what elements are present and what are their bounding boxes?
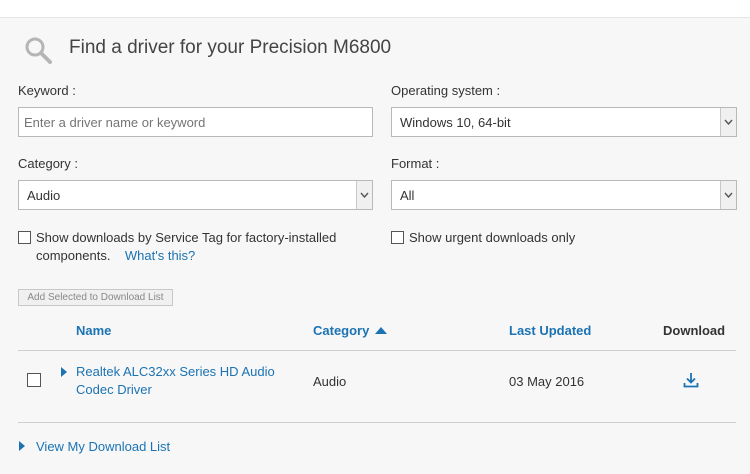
category-label: Category : (18, 156, 78, 171)
os-select-value: Windows 10, 64-bit (400, 115, 511, 130)
category-select-value: Audio (27, 188, 61, 203)
column-header-download: Download (663, 323, 726, 338)
top-strip (0, 0, 750, 17)
column-header-last-updated[interactable]: Last Updated (509, 323, 591, 338)
table-bottom-divider (18, 422, 736, 423)
column-header-category-label: Category (313, 323, 370, 338)
chevron-down-icon[interactable] (356, 181, 372, 209)
os-select[interactable]: Windows 10, 64-bit (391, 107, 737, 137)
service-tag-line2: components. (36, 248, 111, 263)
chevron-down-icon[interactable] (720, 181, 736, 209)
column-header-name[interactable]: Name (76, 323, 111, 338)
row-select-checkbox[interactable] (27, 373, 41, 387)
chevron-down-icon[interactable] (720, 108, 736, 136)
service-tag-text: Show downloads by Service Tag for factor… (36, 229, 356, 265)
format-label: Format : (391, 156, 440, 171)
service-tag-line1: Show downloads by Service Tag for factor… (36, 230, 337, 245)
format-select-value: All (400, 188, 415, 203)
download-icon[interactable] (683, 372, 699, 388)
column-header-category[interactable]: Category (313, 323, 387, 338)
urgent-label: Show urgent downloads only (409, 230, 576, 245)
service-tag-checkbox[interactable] (18, 231, 31, 244)
format-select[interactable]: All (391, 180, 737, 210)
driver-name-line2: Codec Driver (76, 382, 152, 397)
driver-last-updated: 03 May 2016 (509, 374, 585, 389)
driver-category: Audio (313, 374, 347, 389)
expand-download-list-icon[interactable] (19, 441, 25, 451)
urgent-checkbox[interactable] (391, 231, 404, 244)
keyword-input[interactable] (18, 107, 373, 137)
driver-name-link[interactable]: Realtek ALC32xx Series HD Audio Codec Dr… (76, 363, 276, 399)
os-label: Operating system : (391, 83, 501, 98)
table-header-divider (18, 350, 736, 351)
keyword-label: Keyword : (18, 83, 76, 98)
whats-this-link[interactable]: What's this? (125, 248, 195, 263)
category-select[interactable]: Audio (18, 180, 373, 210)
expand-row-icon[interactable] (61, 367, 67, 377)
page-title: Find a driver for your Precision M6800 (69, 37, 392, 58)
add-to-download-list-button[interactable]: Add Selected to Download List (18, 289, 173, 306)
sort-ascending-icon (374, 327, 387, 334)
driver-name-line1: Realtek ALC32xx Series HD Audio (76, 364, 275, 379)
view-download-list-link[interactable]: View My Download List (36, 439, 170, 454)
search-icon (25, 37, 52, 64)
